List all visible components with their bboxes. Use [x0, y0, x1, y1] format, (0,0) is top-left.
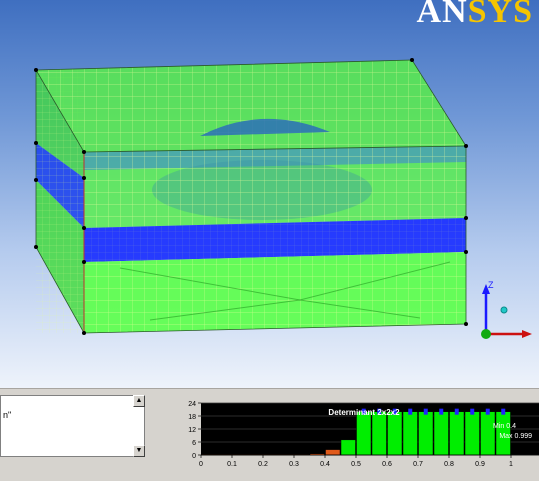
- histogram-bar-marker: [454, 408, 459, 415]
- histogram-y-tick-label: 0: [192, 453, 196, 460]
- histogram-bar[interactable]: [340, 439, 356, 456]
- histogram-x-tick-label: 1: [509, 461, 513, 468]
- histogram-y-tick-label: 12: [188, 427, 196, 434]
- histogram-bar[interactable]: [387, 411, 403, 456]
- quality-histogram[interactable]: 24 18 12 6 0 0 0.1 0.2 0.3 0.4 0.5 0.6 0.7 0.8 0.9 1 D…: [170, 397, 539, 480]
- histogram-x-tick-label: 0.1: [227, 461, 237, 468]
- histogram-bar-marker: [408, 408, 413, 415]
- histogram-x-tick-label: 0.5: [351, 461, 361, 468]
- histogram-bar[interactable]: [433, 411, 449, 456]
- triad-z-label: Z: [488, 280, 494, 290]
- histogram-x-tick-label: 0.3: [289, 461, 299, 468]
- histogram-bar[interactable]: [402, 411, 418, 456]
- histogram-x-tick-label: 0.7: [413, 461, 423, 468]
- histogram-bar-marker: [485, 408, 490, 415]
- message-text: n": [3, 410, 12, 420]
- histogram-y-tick-label: 24: [188, 401, 196, 408]
- histogram-bar-marker: [439, 408, 444, 415]
- histogram-bar-marker: [501, 408, 506, 415]
- histogram-bar-marker: [423, 408, 428, 415]
- histogram-min-label: Min 0.4: [493, 423, 516, 430]
- mesh-model[interactable]: [0, 0, 539, 388]
- histogram-bar[interactable]: [325, 449, 341, 456]
- histogram-y-tick-label: 18: [188, 414, 196, 421]
- histogram-bar[interactable]: [418, 411, 434, 456]
- histogram-bar[interactable]: [449, 411, 465, 456]
- histogram-x-tick-label: 0.8: [444, 461, 454, 468]
- histogram-x-tick-label: 0.6: [382, 461, 392, 468]
- histogram-bar[interactable]: [480, 411, 496, 456]
- histogram-x-tick-label: 0.2: [258, 461, 268, 468]
- scroll-up-button[interactable]: ▲: [133, 395, 145, 407]
- histogram-bar[interactable]: [464, 411, 480, 456]
- histogram-x-tick-label: 0.4: [320, 461, 330, 468]
- histogram-x-tick-label: 0: [199, 461, 203, 468]
- scroll-down-button[interactable]: ▼: [133, 445, 145, 457]
- histogram-max-label: Max 0.999: [499, 433, 532, 440]
- graphics-viewport[interactable]: ANSYS Z: [0, 0, 539, 388]
- axis-triad-icon[interactable]: Z: [470, 272, 539, 352]
- histogram-x-tick-label: 0.9: [475, 461, 485, 468]
- histogram-bar-marker: [470, 408, 475, 415]
- histogram-bar[interactable]: [371, 411, 387, 456]
- histogram-title: Determinant 2x2x2: [328, 408, 400, 417]
- message-list[interactable]: n": [0, 395, 145, 457]
- histogram-bar[interactable]: [356, 411, 372, 456]
- histogram-y-tick-label: 6: [192, 440, 196, 447]
